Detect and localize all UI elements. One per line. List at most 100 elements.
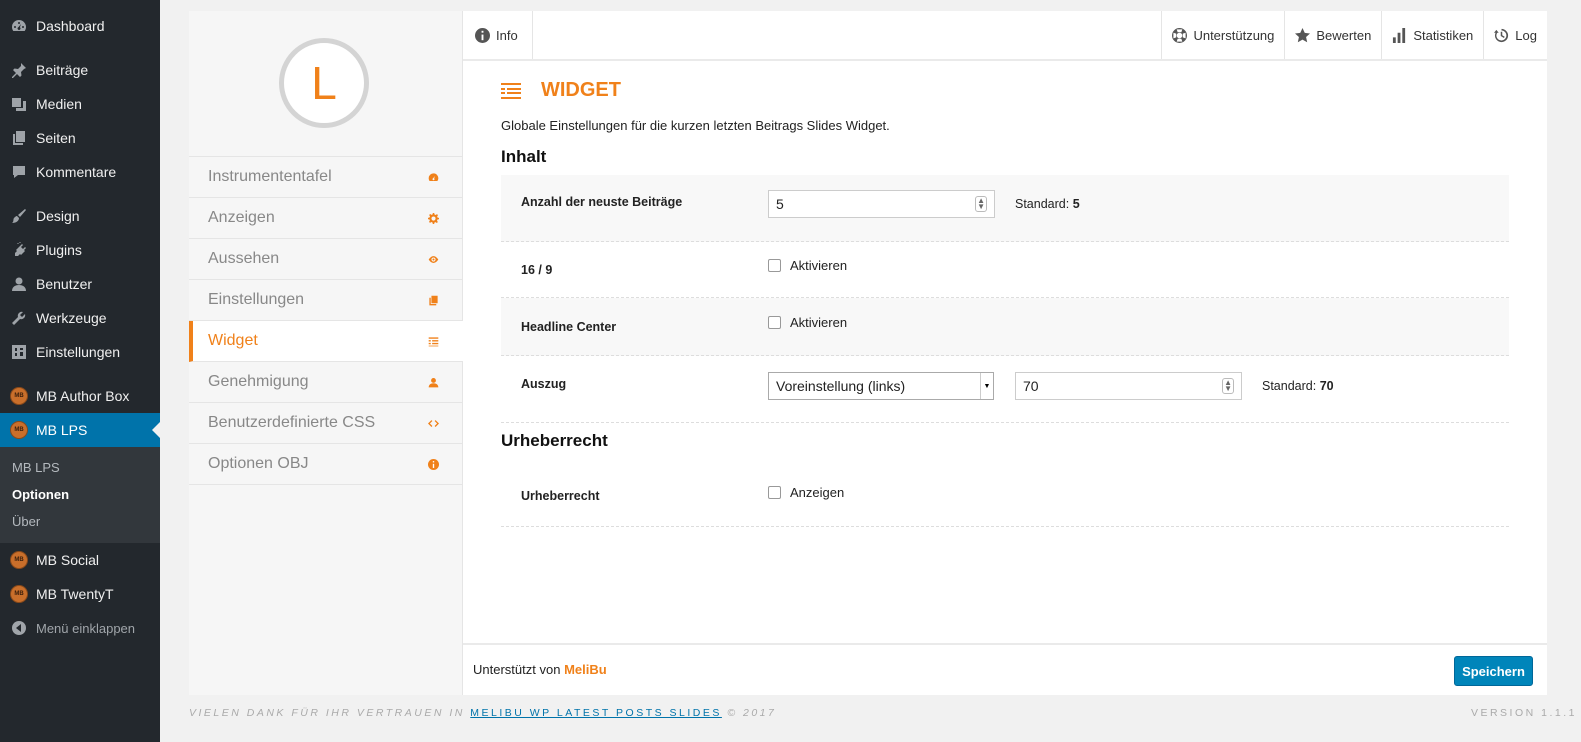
- checkbox-box[interactable]: [768, 486, 781, 499]
- statistics-button-label: Statistiken: [1413, 27, 1474, 43]
- excerpt-length-input[interactable]: 70 ▲ ▼: [1015, 372, 1242, 400]
- nav-item-label: Einstellungen: [208, 291, 305, 308]
- code-icon: [427, 417, 439, 429]
- stepper-icon[interactable]: ▲ ▼: [1222, 378, 1234, 394]
- nav-item-display[interactable]: Anzeigen: [189, 198, 463, 239]
- plugin-panel: L Instrumententafel Anzeigen Aussehen Ei…: [189, 11, 1547, 695]
- panel-footer: Unterstützt von MeliBu Speichern: [463, 643, 1547, 695]
- option-label: Urheberrecht: [521, 489, 600, 503]
- option-control: Aktivieren: [768, 258, 847, 273]
- wp-menu-label: Medien: [36, 96, 82, 112]
- option-control: Voreinstellung (links) ▼ 70 ▲ ▼ Standard:…: [768, 372, 1334, 400]
- info-button-label: Info: [496, 27, 518, 43]
- statistics-button[interactable]: Statistiken: [1381, 11, 1483, 59]
- save-button[interactable]: Speichern: [1454, 656, 1533, 686]
- wp-menu-mb-author-box[interactable]: MB MB Author Box: [0, 379, 160, 413]
- plug-icon: [10, 241, 28, 259]
- option-label: Auszug: [521, 377, 567, 391]
- wp-menu-label: MB LPS: [36, 422, 88, 438]
- plugin-link[interactable]: MELIBU WP LATEST POSTS SLIDES: [470, 707, 722, 719]
- checkbox-label: Aktivieren: [790, 315, 848, 330]
- wp-submenu-about[interactable]: Über: [0, 508, 160, 535]
- nav-item-options-obj[interactable]: Optionen OBJ: [189, 444, 463, 485]
- wp-menu-collapse[interactable]: Menü einklappen: [0, 611, 160, 645]
- checkbox-box[interactable]: [768, 259, 781, 272]
- bar-chart-icon: [1393, 27, 1406, 43]
- wp-menu-users[interactable]: Benutzer: [0, 267, 160, 301]
- wp-menu-plugins[interactable]: Plugins: [0, 233, 160, 267]
- option-control: Aktivieren: [768, 315, 847, 330]
- powered-brand: MeliBu: [564, 662, 607, 677]
- option-label: Headline Center: [521, 320, 617, 334]
- default-value: 70: [1319, 379, 1334, 393]
- collapse-icon: [10, 619, 28, 637]
- wp-menu-pages[interactable]: Seiten: [0, 121, 160, 155]
- copyright-checkbox[interactable]: Anzeigen: [768, 485, 844, 500]
- melibu-logo-icon: MB: [10, 421, 28, 439]
- headline-center-checkbox[interactable]: Aktivieren: [768, 315, 847, 330]
- top-bar-left: Info: [463, 11, 533, 59]
- log-button[interactable]: Log: [1483, 11, 1547, 59]
- option-control: 5 ▲ ▼ Standard: 5: [768, 190, 1080, 218]
- nav-item-permission[interactable]: Genehmigung: [189, 362, 463, 403]
- top-bar: Info Unterstützung Bewerten Statistiken: [463, 11, 1547, 61]
- group-heading-content: Inhalt: [501, 147, 547, 166]
- post-count-input[interactable]: 5 ▲ ▼: [768, 190, 995, 218]
- wp-submenu: MB LPS Optionen Über: [0, 447, 160, 543]
- option-label: Anzahl der neuste Beiträge: [521, 195, 683, 209]
- copy-icon: [427, 294, 439, 306]
- gear-icon: [427, 212, 439, 224]
- wp-menu-mb-social[interactable]: MB MB Social: [0, 543, 160, 577]
- wp-menu-label: Kommentare: [36, 164, 117, 180]
- ratio-checkbox[interactable]: Aktivieren: [768, 258, 847, 273]
- nav-item-settings[interactable]: Einstellungen: [189, 280, 463, 321]
- excerpt-position-select[interactable]: Voreinstellung (links) ▼: [768, 372, 994, 400]
- nav-item-label: Benutzerdefinierte CSS: [208, 414, 376, 431]
- lifebuoy-icon: [1172, 27, 1188, 43]
- user-icon: [427, 376, 439, 388]
- nav-item-dashboard[interactable]: Instrumententafel: [189, 157, 463, 198]
- content-options: Anzahl der neuste Beiträge 5 ▲ ▼ Standard…: [501, 175, 1509, 423]
- wp-menu-media[interactable]: Medien: [0, 87, 160, 121]
- wp-menu-dashboard[interactable]: Dashboard: [0, 9, 160, 43]
- wp-submenu-mb-lps[interactable]: MB LPS: [0, 454, 160, 481]
- dashboard-icon: [10, 17, 28, 35]
- checkbox-label: Anzeigen: [790, 485, 845, 500]
- chevron-down-icon[interactable]: ▼: [980, 373, 993, 399]
- nav-item-widget[interactable]: Widget: [189, 321, 463, 362]
- wp-menu-posts[interactable]: Beiträge: [0, 53, 160, 87]
- checkbox-box[interactable]: [768, 316, 781, 329]
- rate-button[interactable]: Bewerten: [1284, 11, 1381, 59]
- widget-settings: WIDGET Globale Einstellungen für die kur…: [501, 61, 1509, 527]
- logo-letter: L: [311, 57, 337, 109]
- copyright-year: © 2017: [727, 707, 777, 719]
- plugin-main: Info Unterstützung Bewerten Statistiken: [463, 11, 1547, 695]
- log-button-label: Log: [1515, 27, 1537, 43]
- option-control: Anzeigen: [768, 485, 844, 500]
- wp-menu-label: MB TwentyT: [36, 586, 114, 602]
- wp-menu-label: MB Social: [36, 552, 100, 568]
- group-heading-copyright: Urheberrecht: [501, 431, 608, 450]
- default-hint: Standard: 70: [1262, 379, 1334, 393]
- wp-menu-tools[interactable]: Werkzeuge: [0, 301, 160, 335]
- wp-menu-design[interactable]: Design: [0, 199, 160, 233]
- support-button[interactable]: Unterstützung: [1161, 11, 1284, 59]
- wp-menu-mb-twentyt[interactable]: MB MB TwentyT: [0, 577, 160, 611]
- wp-menu-label: Dashboard: [36, 18, 105, 34]
- stepper-icon[interactable]: ▲ ▼: [975, 196, 987, 212]
- support-button-label: Unterstützung: [1193, 27, 1275, 43]
- wp-menu-settings[interactable]: Einstellungen: [0, 335, 160, 369]
- info-button[interactable]: Info: [463, 11, 533, 59]
- pin-icon: [10, 61, 28, 79]
- wp-submenu-options[interactable]: Optionen: [0, 481, 160, 508]
- wp-menu-label: Einstellungen: [36, 344, 121, 360]
- default-hint: Standard: 5: [1015, 197, 1080, 211]
- nav-item-custom-css[interactable]: Benutzerdefinierte CSS: [189, 403, 463, 444]
- default-value: 5: [1072, 197, 1080, 211]
- plugin-nav: Instrumententafel Anzeigen Aussehen Eins…: [189, 156, 463, 485]
- nav-item-appearance[interactable]: Aussehen: [189, 239, 463, 280]
- page-title: WIDGET: [541, 79, 621, 101]
- section-title: WIDGET: [501, 79, 1509, 102]
- wp-menu-mb-lps[interactable]: MB MB LPS: [0, 413, 160, 447]
- wp-menu-comments[interactable]: Kommentare: [0, 155, 160, 189]
